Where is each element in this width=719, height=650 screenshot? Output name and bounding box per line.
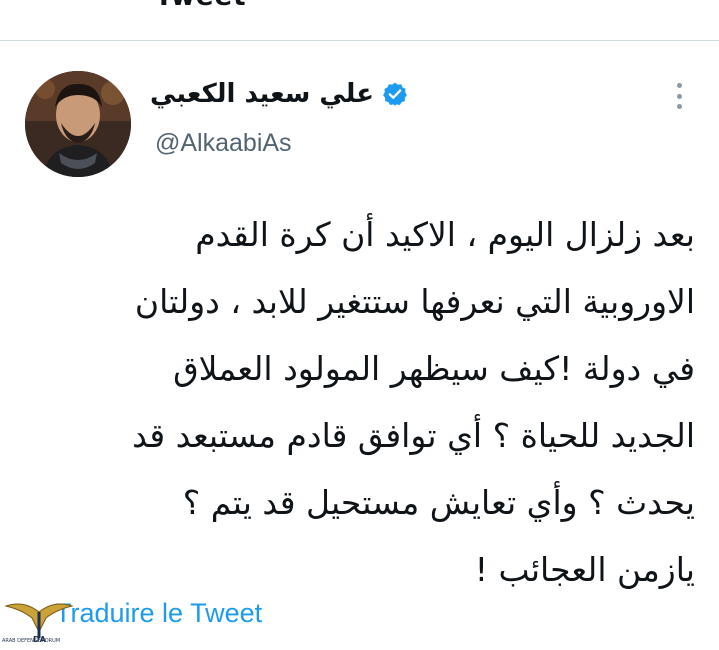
page-title: Tweet	[155, 0, 247, 12]
top-bar: Tweet	[0, 0, 719, 40]
author-display-name[interactable]: علي سعيد الكعبي	[150, 79, 374, 109]
more-vertical-icon[interactable]	[668, 81, 690, 111]
author-name-row[interactable]: علي سعيد الكعبي	[150, 79, 408, 109]
tweet-text-line: في دولة !كيف سيظهر المولود العملاق	[173, 349, 695, 388]
more-dot	[676, 83, 682, 88]
tweet-text-line: الاوروبية التي نعرفها ستتغير للابد ، دول…	[134, 282, 695, 321]
tweet-card: علي سعيد الكعبي @AlkaabiAs بعد زلزال الي…	[0, 41, 719, 650]
watermark-caption: ARAB DEFENSE FORUM	[2, 638, 61, 644]
avatar[interactable]	[25, 71, 131, 177]
tweet-text-line: يازمن العجائب !	[474, 550, 695, 589]
more-dot	[676, 104, 682, 109]
tweet-text: بعد زلزال اليوم ، الاكيد أن كرة القدم ال…	[25, 201, 695, 603]
verified-badge-icon	[382, 81, 408, 107]
author-handle[interactable]: @AlkaabiAs	[155, 129, 292, 158]
translate-tweet-link[interactable]: Traduire le Tweet	[55, 598, 262, 629]
tweet-text-line: بعد زلزال اليوم ، الاكيد أن كرة القدم	[195, 215, 695, 254]
more-dot	[676, 93, 682, 99]
tweet-text-line: الجديد للحياة ؟ أي توافق قادم مستبعد قد	[132, 416, 695, 455]
tweet-text-line: يحدث ؟ وأي تعايش مستحيل قد يتم ؟	[182, 483, 695, 522]
